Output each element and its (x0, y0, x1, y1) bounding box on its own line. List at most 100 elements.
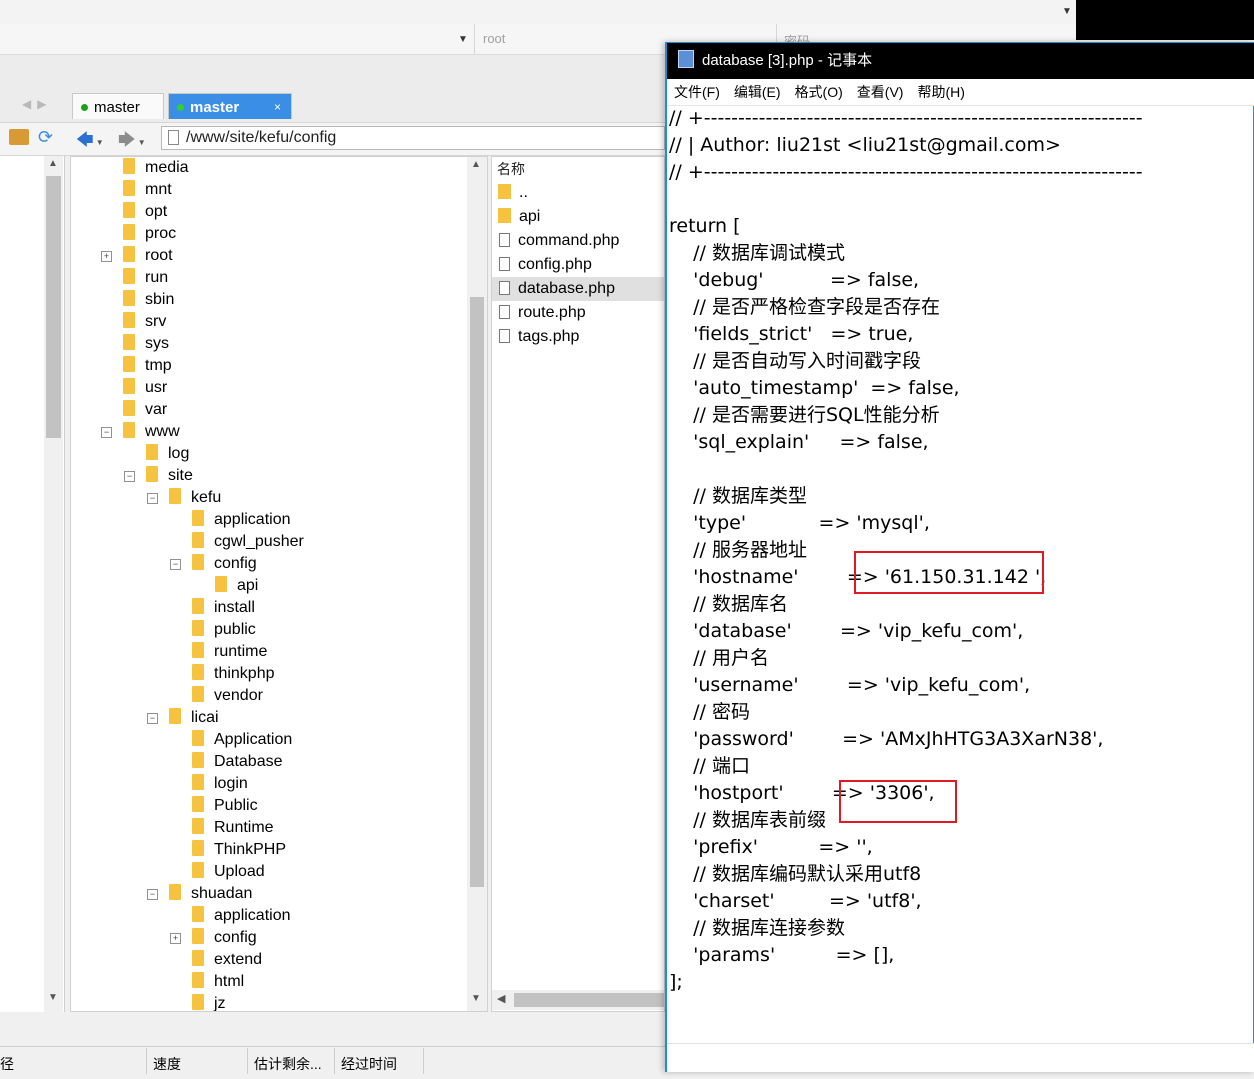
folder-icon (192, 510, 204, 526)
tree-item[interactable]: tmp (123, 355, 172, 377)
expand-icon[interactable]: + (101, 251, 112, 262)
tree-item[interactable]: html (192, 971, 244, 993)
tree-item[interactable]: var (123, 399, 167, 421)
folder-icon (192, 554, 204, 570)
close-icon[interactable]: × (274, 100, 281, 114)
tree-item[interactable]: www (123, 421, 180, 443)
forward-arrow-icon[interactable]: 🡆 ▼ (118, 127, 146, 156)
file-row[interactable]: database.php (492, 277, 664, 301)
status-column-elapsed[interactable]: 经过时间 (341, 1054, 397, 1074)
folder-icon (146, 444, 158, 460)
collapse-icon[interactable]: − (147, 713, 158, 724)
scroll-thumb[interactable] (470, 297, 484, 887)
tree-item[interactable]: sbin (123, 289, 174, 311)
tree-item[interactable]: Upload (192, 861, 265, 883)
refresh-icon[interactable]: ⟳ (38, 127, 53, 148)
tab-scroll-arrows-icon[interactable]: ◀▶ (22, 97, 52, 111)
tree-item[interactable]: licai (169, 707, 219, 729)
menu-edit[interactable]: 编辑(E) (734, 84, 781, 100)
scroll-left-icon[interactable]: ◀ (497, 992, 505, 1005)
tab-master-2[interactable]: master × (168, 93, 292, 119)
menu-view[interactable]: 查看(V) (857, 84, 904, 100)
tree-item[interactable]: jz (192, 993, 226, 1011)
scroll-up-icon[interactable]: ▲ (471, 159, 481, 170)
tree-item[interactable]: vendor (192, 685, 263, 707)
file-row[interactable]: tags.php (492, 325, 664, 349)
tree-item[interactable]: usr (123, 377, 167, 399)
folder-icon (192, 906, 204, 922)
tree-item[interactable]: Application (192, 729, 292, 751)
tree-item[interactable]: log (146, 443, 189, 465)
tree-item[interactable]: Runtime (192, 817, 274, 839)
tree-item-label: media (145, 159, 189, 176)
tree-item[interactable]: sys (123, 333, 169, 355)
status-column-remaining[interactable]: 估计剩余... (254, 1054, 322, 1074)
file-row[interactable]: config.php (492, 253, 664, 277)
tab-master-1[interactable]: master (72, 93, 164, 119)
collapse-icon[interactable]: − (147, 493, 158, 504)
tree-item[interactable]: extend (192, 949, 262, 971)
tree-item-label: html (214, 973, 245, 990)
tree-item[interactable]: api (215, 575, 258, 597)
tree-item-label: proc (145, 225, 177, 242)
chevron-down-icon[interactable]: ▼ (1062, 6, 1072, 17)
tree-item[interactable]: Public (192, 795, 258, 817)
column-header-name[interactable]: 名称 (497, 159, 525, 179)
tree-item-label: srv (145, 313, 167, 330)
directory-tree: media mnt opt proc root + run sbin srv sys tmp usr v… (70, 156, 488, 1012)
status-column-path[interactable]: 径 (0, 1054, 14, 1074)
file-row[interactable]: route.php (492, 301, 664, 325)
file-row[interactable]: .. (492, 181, 664, 205)
menu-format[interactable]: 格式(O) (795, 84, 843, 100)
folder-icon (192, 818, 204, 834)
file-row[interactable]: api (492, 205, 664, 229)
back-arrow-icon[interactable]: 🡄 ▼ (76, 127, 104, 156)
path-text[interactable]: /www/site/kefu/config (186, 129, 336, 147)
tree-item[interactable]: shuadan (169, 883, 252, 905)
status-column-speed[interactable]: 速度 (153, 1054, 181, 1074)
tree-item[interactable]: login (192, 773, 248, 795)
tree-item[interactable]: opt (123, 201, 167, 223)
scrollbar[interactable]: ▲ ▼ (44, 156, 63, 1012)
scrollbar[interactable]: ▲ ▼ (467, 157, 487, 1011)
scroll-up-icon[interactable]: ▲ (48, 158, 58, 169)
tree-item[interactable]: Database (192, 751, 283, 773)
tree-item[interactable]: ThinkPHP (192, 839, 286, 861)
host-dropdown-arrow-icon[interactable]: ▼ (458, 34, 468, 45)
tree-item[interactable]: run (123, 267, 168, 289)
tree-item-label: site (168, 467, 193, 484)
tree-item[interactable]: application (192, 509, 291, 531)
notepad-titlebar[interactable]: database [3].php - 记事本 (667, 43, 1254, 79)
scroll-down-icon[interactable]: ▼ (471, 993, 481, 1004)
tree-item[interactable]: install (192, 597, 255, 619)
tree-item[interactable]: public (192, 619, 256, 641)
tree-item[interactable]: site (146, 465, 193, 487)
tree-item[interactable]: application (192, 905, 291, 927)
tree-item[interactable]: kefu (169, 487, 221, 509)
tree-item[interactable]: srv (123, 311, 166, 333)
collapse-icon[interactable]: − (147, 889, 158, 900)
scroll-thumb[interactable] (46, 176, 61, 438)
tree-item[interactable]: thinkphp (192, 663, 275, 685)
tree-item[interactable]: proc (123, 223, 176, 245)
tree-item[interactable]: config (192, 553, 257, 575)
file-row[interactable]: command.php (492, 229, 664, 253)
tree-item[interactable]: mnt (123, 179, 172, 201)
tree-item-label: usr (145, 379, 168, 396)
expand-icon[interactable]: + (170, 933, 181, 944)
tree-item[interactable]: config (192, 927, 257, 949)
collapse-icon[interactable]: − (101, 427, 112, 438)
tree-item[interactable]: cgwl_pusher (192, 531, 304, 553)
menu-file[interactable]: 文件(F) (674, 84, 720, 100)
home-folder-icon[interactable] (9, 129, 29, 145)
scroll-down-icon[interactable]: ▼ (48, 992, 58, 1003)
menu-help[interactable]: 帮助(H) (917, 84, 964, 100)
scroll-thumb[interactable] (514, 993, 664, 1007)
username-field[interactable]: root (483, 31, 505, 46)
tree-item[interactable]: root (123, 245, 173, 267)
collapse-icon[interactable]: − (170, 559, 181, 570)
tree-item[interactable]: media (123, 157, 189, 179)
tree-item[interactable]: runtime (192, 641, 267, 663)
horizontal-scrollbar[interactable]: ◀ (492, 990, 664, 1010)
collapse-icon[interactable]: − (124, 471, 135, 482)
